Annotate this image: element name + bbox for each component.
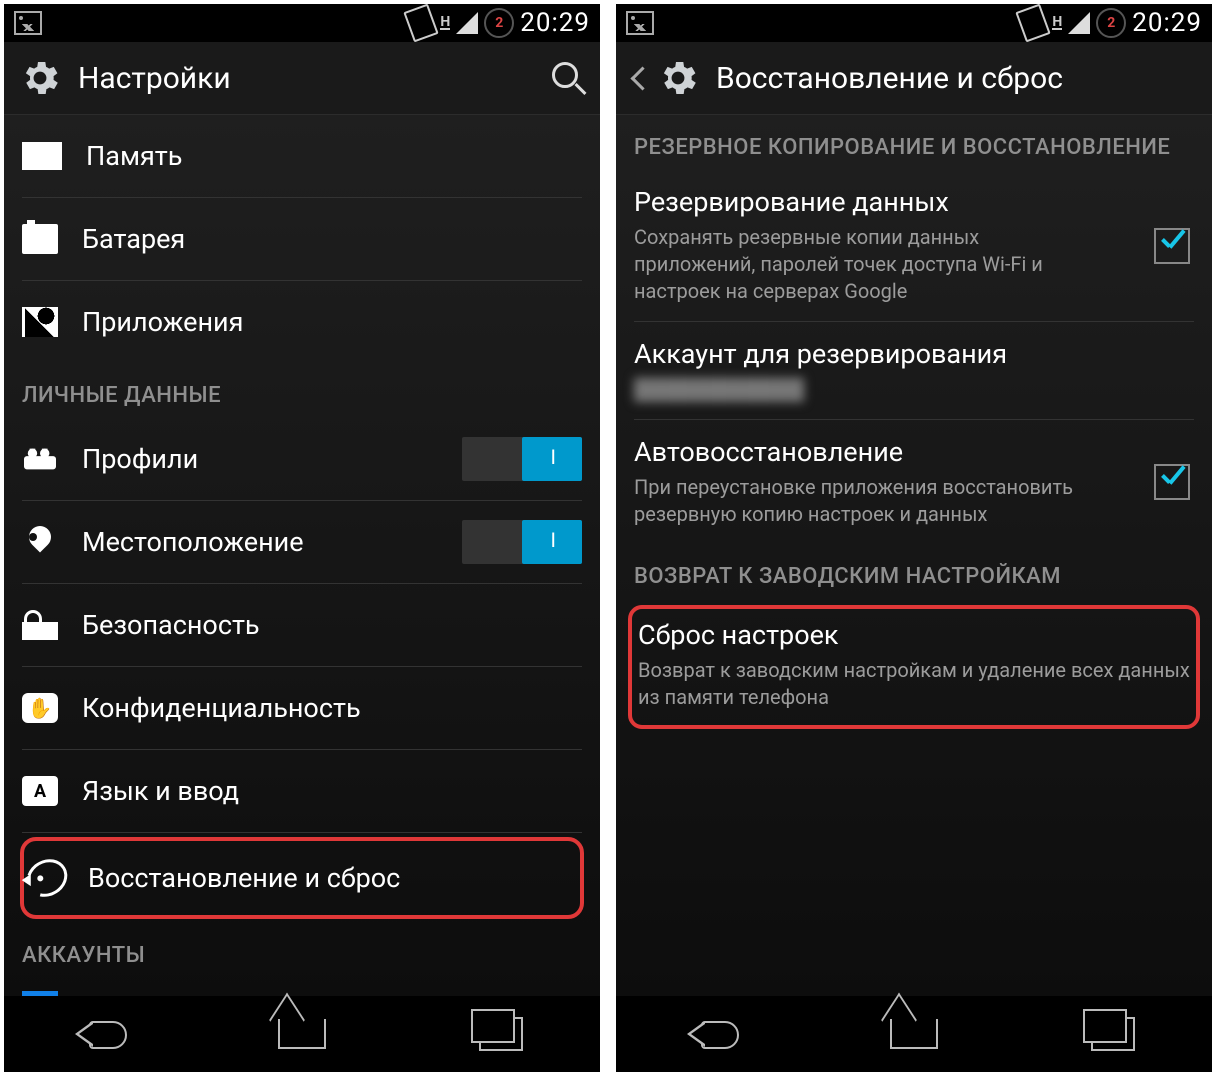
row-backup-reset[interactable]: Восстановление и сброс xyxy=(24,841,580,915)
action-bar: Восстановление и сброс xyxy=(616,42,1212,115)
pref-title: Сброс настроек xyxy=(638,619,1190,651)
language-icon: A xyxy=(22,776,58,806)
battery-icon: 2 xyxy=(1096,8,1126,38)
row-label: Google xyxy=(82,992,582,996)
page-title: Восстановление и сброс xyxy=(716,61,1198,96)
vibrate-icon xyxy=(1016,4,1051,42)
privacy-icon: ✋ xyxy=(22,693,58,723)
status-bar: H 2 20:29 xyxy=(4,4,600,42)
signal-icon xyxy=(456,12,478,34)
backup-reset-list[interactable]: РЕЗЕРВНОЕ КОПИРОВАНИЕ И ВОССТАНОВЛЕНИЕ Р… xyxy=(616,115,1212,996)
row-privacy[interactable]: ✋ Конфиденциальность xyxy=(4,667,600,749)
network-type-icon: H xyxy=(1052,16,1062,30)
row-profiles[interactable]: Профили xyxy=(4,418,600,500)
clock: 20:29 xyxy=(1132,8,1202,38)
nav-back-button[interactable] xyxy=(675,1010,755,1058)
pref-title: Аккаунт для резервирования xyxy=(634,338,1194,370)
status-bar: H 2 20:29 xyxy=(616,4,1212,42)
row-label: Восстановление и сброс xyxy=(88,862,578,894)
vibrate-icon xyxy=(404,4,439,42)
row-backup-account[interactable]: Аккаунт для резервирования ████████████ xyxy=(616,322,1212,419)
network-type-icon: H xyxy=(440,16,450,30)
row-label: Приложения xyxy=(82,306,582,338)
profiles-icon xyxy=(22,446,58,472)
toggle-location[interactable] xyxy=(462,520,582,564)
battery-list-icon xyxy=(22,224,58,254)
screenshot-notification-icon xyxy=(14,11,42,35)
pref-summary: Возврат к заводским настройкам и удалени… xyxy=(638,657,1190,711)
up-button-icon[interactable] xyxy=(630,64,646,92)
nav-bar xyxy=(616,996,1212,1072)
pref-summary: ████████████ xyxy=(634,376,1094,403)
signal-icon xyxy=(1068,12,1090,34)
page-title: Настройки xyxy=(78,61,534,96)
category-factory-reset: ВОЗВРАТ К ЗАВОДСКИМ НАСТРОЙКАМ xyxy=(616,544,1212,599)
row-battery[interactable]: Батарея xyxy=(4,198,600,280)
screenshot-notification-icon xyxy=(626,11,654,35)
action-bar: Настройки xyxy=(4,42,600,115)
row-label: Конфиденциальность xyxy=(82,692,582,724)
highlight-reset: Восстановление и сброс xyxy=(20,837,584,919)
nav-recent-button[interactable] xyxy=(461,1010,541,1058)
nav-bar xyxy=(4,996,600,1072)
toggle-profiles[interactable] xyxy=(462,437,582,481)
divider xyxy=(22,832,582,833)
row-memory[interactable]: Память xyxy=(4,115,600,197)
category-backup-restore: РЕЗЕРВНОЕ КОПИРОВАНИЕ И ВОССТАНОВЛЕНИЕ xyxy=(616,115,1212,170)
row-location[interactable]: Местоположение xyxy=(4,501,600,583)
row-google-account[interactable]: g Google xyxy=(4,978,600,996)
row-label: Безопасность xyxy=(82,609,582,641)
pref-title: Резервирование данных xyxy=(634,186,1194,218)
row-backup-data[interactable]: Резервирование данных Сохранять резервны… xyxy=(616,170,1212,321)
row-label: Профили xyxy=(82,443,438,475)
memory-icon xyxy=(22,142,62,170)
apps-icon xyxy=(22,307,58,337)
row-apps[interactable]: Приложения xyxy=(4,281,600,363)
row-label: Батарея xyxy=(82,223,582,255)
nav-back-button[interactable] xyxy=(63,1010,143,1058)
category-personal: ЛИЧНЫЕ ДАННЫЕ xyxy=(4,363,600,418)
nav-home-button[interactable] xyxy=(874,1010,954,1058)
search-icon[interactable] xyxy=(550,60,586,96)
pref-summary: Сохранять резервные копии данных приложе… xyxy=(634,224,1094,305)
row-factory-reset[interactable]: Сброс настроек Возврат к заводским настр… xyxy=(638,619,1190,711)
settings-gear-icon xyxy=(18,56,62,100)
row-label: Местоположение xyxy=(82,526,438,558)
lock-icon xyxy=(22,622,58,640)
nav-home-button[interactable] xyxy=(262,1010,342,1058)
checkbox-autorestore[interactable] xyxy=(1154,464,1190,500)
reset-icon xyxy=(20,852,74,904)
google-icon: g xyxy=(22,991,58,996)
settings-gear-icon[interactable] xyxy=(656,56,700,100)
battery-icon: 2 xyxy=(484,8,514,38)
nav-recent-button[interactable] xyxy=(1073,1010,1153,1058)
row-security[interactable]: Безопасность xyxy=(4,584,600,666)
screenshot-settings-main: H 2 20:29 Настройки Память Батарея xyxy=(4,4,600,1072)
settings-list[interactable]: Память Батарея Приложения ЛИЧНЫЕ ДАННЫЕ … xyxy=(4,115,600,996)
row-label: Язык и ввод xyxy=(82,775,582,807)
category-accounts: АККАУНТЫ xyxy=(4,923,600,978)
row-auto-restore[interactable]: Автовосстановление При переустановке при… xyxy=(616,420,1212,544)
row-label: Память xyxy=(86,140,582,172)
pref-summary: При переустановке приложения восстановит… xyxy=(634,474,1094,528)
pref-title: Автовосстановление xyxy=(634,436,1194,468)
screenshot-backup-reset: H 2 20:29 Восстановление и сброс РЕЗЕРВН… xyxy=(616,4,1212,1072)
highlight-factory-reset: Сброс настроек Возврат к заводским настр… xyxy=(628,605,1200,729)
clock: 20:29 xyxy=(520,8,590,38)
row-language[interactable]: A Язык и ввод xyxy=(4,750,600,832)
location-icon xyxy=(22,526,58,558)
checkbox-backup[interactable] xyxy=(1154,228,1190,264)
